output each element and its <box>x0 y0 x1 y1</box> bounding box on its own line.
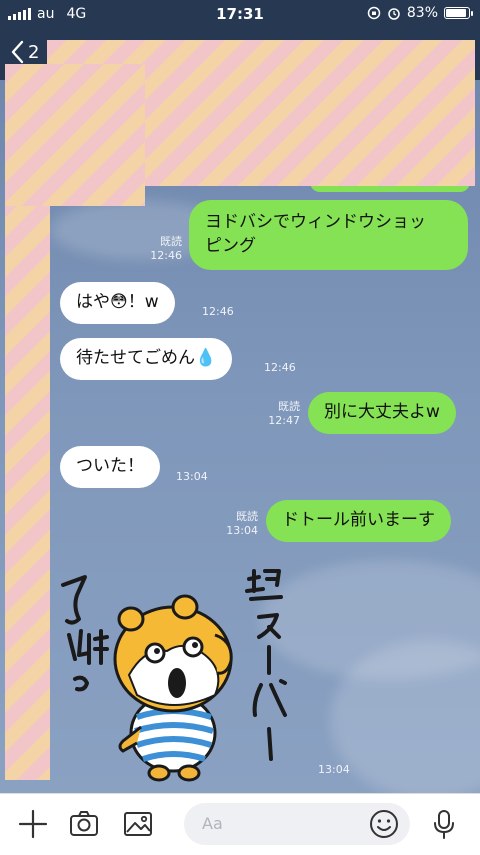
camera-icon[interactable] <box>68 808 100 840</box>
hamster-sticker[interactable] <box>55 555 315 785</box>
sticker-text-right <box>245 569 287 761</box>
read-receipt: 既読 13:04 <box>226 510 258 537</box>
message-time: 12:46 <box>202 305 234 318</box>
status-bar: au 4G 17:31 83% <box>0 0 480 30</box>
hamster-character <box>113 594 233 782</box>
mic-icon[interactable] <box>428 808 460 840</box>
message-bubble[interactable]: はや😳！w <box>60 282 175 324</box>
image-icon[interactable] <box>122 808 154 840</box>
read-receipt: 既読 12:46 <box>150 235 182 262</box>
redaction-block-avatar <box>5 64 145 206</box>
message-bubble[interactable]: ドトール前いまーす <box>266 500 451 542</box>
battery-percent: 83% <box>406 5 438 21</box>
sticker-text-left <box>61 575 109 692</box>
battery-icon <box>444 7 473 19</box>
status-right: 83% <box>367 5 473 21</box>
message-input-bar: Aa <box>0 793 480 855</box>
message-bubble[interactable]: 待たせてごめん💧 <box>60 338 233 380</box>
message-time: 13:04 <box>176 470 208 483</box>
plus-icon[interactable] <box>17 808 49 840</box>
message-bubble[interactable]: ついた！ <box>60 446 160 488</box>
back-button[interactable]: 2 <box>10 40 39 64</box>
redaction-block-left <box>5 198 50 780</box>
message-input-placeholder: Aa <box>202 814 223 833</box>
message-bubble[interactable]: 別に大丈夫よw <box>308 392 456 434</box>
read-receipt: 既読 12:47 <box>268 400 300 427</box>
message-input[interactable]: Aa <box>184 803 410 845</box>
message-bubble[interactable]: ヨドバシでウィンドウショッ ピング <box>189 200 468 270</box>
emoji-icon[interactable] <box>368 808 400 840</box>
rotation-lock-icon <box>367 6 381 20</box>
message-time: 12:46 <box>264 361 296 374</box>
sticker-time: 13:04 <box>318 763 350 776</box>
back-chevron-icon <box>11 40 24 64</box>
alarm-icon <box>388 8 400 20</box>
unread-count: 2 <box>28 41 40 63</box>
